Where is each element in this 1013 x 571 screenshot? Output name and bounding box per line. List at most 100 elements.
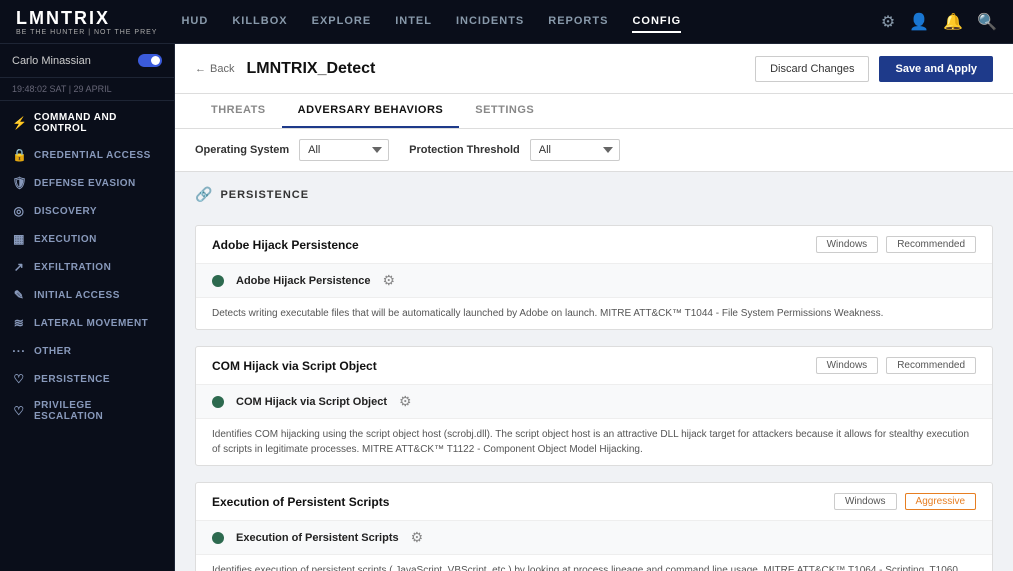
rule-tag-aggressive-persistent: Aggressive (905, 493, 976, 510)
sidebar-item-exfiltration[interactable]: ↗ EXFILTRATION (0, 253, 174, 281)
rule-tag-windows-persistent: Windows (834, 493, 897, 510)
nav-reports[interactable]: REPORTS (548, 11, 608, 33)
rule-filter-icon-persistent[interactable]: ⚙ (411, 529, 424, 546)
sidebar-item-label: EXECUTION (34, 234, 97, 245)
threshold-filter-select[interactable]: All Recommended Aggressive Cautious (530, 139, 620, 161)
logo: LMNTRIX (16, 8, 157, 29)
content-area: ← Back LMNTRIX_Detect Discard Changes Sa… (175, 44, 1013, 571)
top-nav: LMNTRIX BE THE HUNTER | NOT THE PREY HUD… (0, 0, 1013, 44)
search-icon[interactable]: 🔍 (977, 12, 997, 32)
header-left: ← Back LMNTRIX_Detect (195, 60, 375, 78)
nav-explore[interactable]: EXPLORE (312, 11, 372, 33)
lateral-movement-icon: ≋ (12, 316, 26, 330)
tabs-bar: THREATS ADVERSARY BEHAVIORS SETTINGS (175, 94, 1013, 129)
threshold-filter-label: Protection Threshold (409, 144, 520, 156)
sidebar-time: 19:48:02 SAT | 29 APRIL (0, 78, 174, 101)
save-button[interactable]: Save and Apply (879, 56, 993, 82)
tab-threats[interactable]: THREATS (195, 94, 282, 128)
sidebar-item-label: COMMAND AND CONTROL (34, 112, 162, 134)
nav-intel[interactable]: INTEL (395, 11, 432, 33)
rule-tags-persistent: Windows Aggressive (834, 493, 976, 510)
rule-toggle-row-persistent: Execution of Persistent Scripts ⚙ (196, 521, 992, 555)
execution-icon: ▦ (12, 232, 26, 246)
rule-tag-windows-adobe: Windows (816, 236, 879, 253)
sidebar-item-initial-access[interactable]: ✎ INITIAL ACCESS (0, 281, 174, 309)
exfiltration-icon: ↗ (12, 260, 26, 274)
threshold-filter-group: Protection Threshold All Recommended Agg… (409, 139, 620, 161)
rule-description-adobe: Detects writing executable files that wi… (196, 298, 992, 329)
sidebar-item-credential-access[interactable]: 🔒 CREDENTIAL ACCESS (0, 141, 174, 169)
rule-tags-com: Windows Recommended (816, 357, 976, 374)
tab-adversary-behaviors[interactable]: ADVERSARY BEHAVIORS (282, 94, 460, 128)
sidebar-item-defense-evasion[interactable]: 🛡 DEFENSE EVASION (0, 169, 174, 197)
nav-items: HUD KILLBOX EXPLORE INTEL INCIDENTS REPO… (181, 11, 880, 33)
rule-name-adobe: Adobe Hijack Persistence (212, 238, 359, 252)
back-button[interactable]: ← Back (195, 63, 234, 75)
sidebar-item-other[interactable]: ··· OTHER (0, 337, 174, 365)
os-filter-label: Operating System (195, 144, 289, 156)
rule-toggle-name-persistent: Execution of Persistent Scripts (236, 532, 399, 544)
nav-config[interactable]: CONFIG (632, 11, 681, 33)
other-icon: ··· (12, 344, 26, 358)
user-toggle[interactable] (138, 54, 162, 67)
back-label: Back (210, 63, 234, 75)
sidebar-item-privilege-escalation[interactable]: ♡ PRIVILEGE ESCALATION (0, 393, 174, 429)
rule-tag-recommended-adobe: Recommended (886, 236, 976, 253)
sidebar-item-discovery[interactable]: ◎ DISCOVERY (0, 197, 174, 225)
rule-card-header-adobe: Adobe Hijack Persistence Windows Recomme… (196, 226, 992, 264)
initial-access-icon: ✎ (12, 288, 26, 302)
rule-toggle-dot-adobe[interactable] (212, 275, 224, 287)
sidebar-item-command-control[interactable]: ⚡ COMMAND AND CONTROL (0, 105, 174, 141)
user-icon[interactable]: 👤 (909, 12, 929, 32)
sidebar-item-label: CREDENTIAL ACCESS (34, 150, 151, 161)
bell-icon[interactable]: 🔔 (943, 12, 963, 32)
sidebar-item-execution[interactable]: ▦ EXECUTION (0, 225, 174, 253)
rule-filter-icon-com[interactable]: ⚙ (399, 393, 412, 410)
rule-filter-icon-adobe[interactable]: ⚙ (383, 272, 396, 289)
rule-toggle-name-adobe: Adobe Hijack Persistence (236, 275, 371, 287)
rule-description-com: Identifies COM hijacking using the scrip… (196, 419, 992, 465)
header-actions: Discard Changes Save and Apply (755, 56, 993, 82)
sidebar-item-label: OTHER (34, 346, 72, 357)
rule-toggle-dot-persistent[interactable] (212, 532, 224, 544)
sidebar-item-lateral-movement[interactable]: ≋ LATERAL MOVEMENT (0, 309, 174, 337)
settings-icon[interactable]: ⚙ (881, 12, 895, 32)
tab-settings[interactable]: SETTINGS (459, 94, 550, 128)
persistence-icon: ♡ (12, 372, 26, 386)
rule-card-persistent: Execution of Persistent Scripts Windows … (195, 482, 993, 571)
discard-button[interactable]: Discard Changes (755, 56, 869, 82)
defense-evasion-icon: 🛡 (12, 176, 26, 190)
sidebar-item-label: DEFENSE EVASION (34, 178, 136, 189)
persistence-section-icon: 🔗 (195, 186, 212, 203)
privilege-escalation-icon: ♡ (12, 404, 26, 418)
rule-toggle-row-adobe: Adobe Hijack Persistence ⚙ (196, 264, 992, 298)
rule-name-com: COM Hijack via Script Object (212, 359, 377, 373)
main-layout: Carlo Minassian 19:48:02 SAT | 29 APRIL … (0, 44, 1013, 571)
nav-hud[interactable]: HUD (181, 11, 208, 33)
rule-toggle-row-com: COM Hijack via Script Object ⚙ (196, 385, 992, 419)
sidebar-items: ⚡ COMMAND AND CONTROL 🔒 CREDENTIAL ACCES… (0, 101, 174, 433)
rule-card-adobe: Adobe Hijack Persistence Windows Recomme… (195, 225, 993, 330)
rule-tags-adobe: Windows Recommended (816, 236, 976, 253)
command-control-icon: ⚡ (12, 116, 26, 130)
scroll-content: 🔗 PERSISTENCE Adobe Hijack Persistence W… (175, 172, 1013, 571)
sidebar-item-label: PRIVILEGE ESCALATION (34, 400, 162, 422)
sidebar-item-persistence[interactable]: ♡ PERSISTENCE (0, 365, 174, 393)
nav-incidents[interactable]: INCIDENTS (456, 11, 524, 33)
sidebar-item-label: INITIAL ACCESS (34, 290, 120, 301)
nav-killbox[interactable]: KILLBOX (232, 11, 287, 33)
discovery-icon: ◎ (12, 204, 26, 218)
user-name: Carlo Minassian (12, 55, 91, 67)
rule-tag-windows-com: Windows (816, 357, 879, 374)
os-filter-group: Operating System All Windows Linux macOS (195, 139, 389, 161)
os-filter-select[interactable]: All Windows Linux macOS (299, 139, 389, 161)
nav-icons: ⚙ 👤 🔔 🔍 (881, 12, 997, 32)
section-header: 🔗 PERSISTENCE (195, 186, 993, 211)
section-title: PERSISTENCE (220, 189, 309, 201)
content-header: ← Back LMNTRIX_Detect Discard Changes Sa… (175, 44, 1013, 94)
rule-name-persistent: Execution of Persistent Scripts (212, 495, 389, 509)
sidebar: Carlo Minassian 19:48:02 SAT | 29 APRIL … (0, 44, 175, 571)
credential-access-icon: 🔒 (12, 148, 26, 162)
page-title: LMNTRIX_Detect (246, 60, 375, 78)
rule-toggle-dot-com[interactable] (212, 396, 224, 408)
